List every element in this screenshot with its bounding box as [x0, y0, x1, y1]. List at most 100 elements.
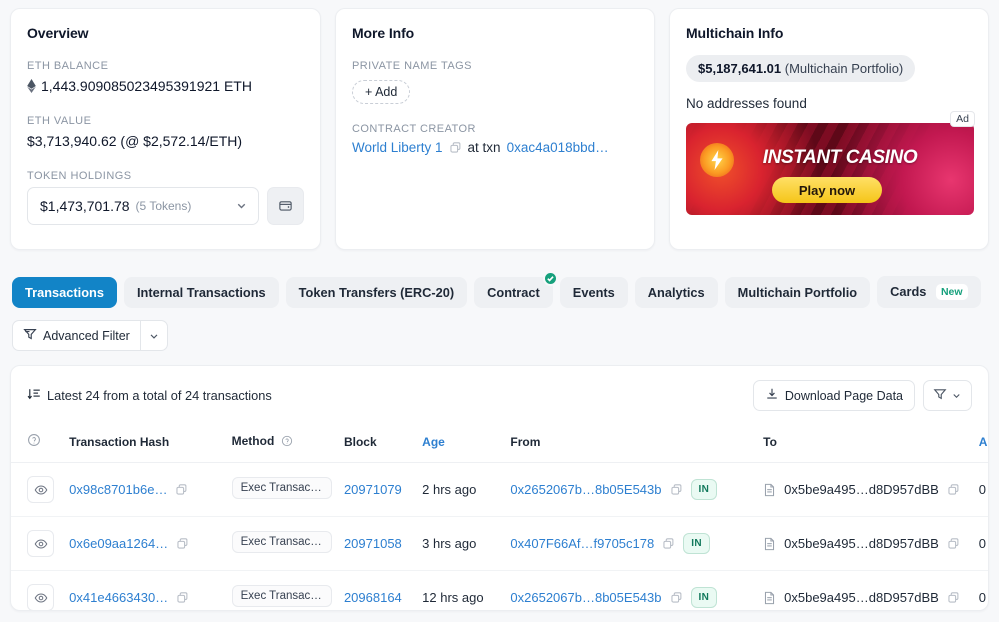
col-age[interactable]: Age: [422, 423, 511, 463]
cell-block: 20968164: [343, 570, 423, 610]
eye-icon: [34, 485, 47, 494]
download-icon: [765, 387, 779, 404]
copy-icon[interactable]: [176, 591, 189, 604]
col-from[interactable]: From: [510, 423, 764, 463]
block-link[interactable]: 20968164: [344, 590, 402, 605]
ad-cta-button[interactable]: Play now: [772, 177, 882, 203]
token-holdings-label: TOKEN HOLDINGS: [27, 169, 132, 182]
tab-analytics[interactable]: Analytics: [634, 276, 718, 308]
tab-label: Token Transfers (ERC-20): [298, 284, 455, 300]
contract-icon: [763, 591, 776, 605]
cell-amount: 0: [978, 516, 988, 571]
preview-eye-button[interactable]: [27, 530, 54, 557]
add-name-tag-button[interactable]: + Add: [352, 80, 411, 104]
col-method[interactable]: Method: [231, 423, 344, 463]
copy-icon[interactable]: [176, 537, 189, 550]
overview-title: Overview: [27, 25, 89, 41]
copy-icon[interactable]: [947, 591, 960, 604]
cell-block: 20971058: [343, 516, 423, 571]
transaction-hash-link[interactable]: 0x41e4663430…: [69, 590, 168, 605]
from-address-link[interactable]: 0x2652067b…8b05E543b: [510, 482, 661, 497]
col-amount[interactable]: A: [978, 423, 988, 463]
tab-token-transfers[interactable]: Token Transfers (ERC-20): [285, 276, 468, 308]
multichain-portfolio-pill[interactable]: $5,187,641.01 (Multichain Portfolio): [686, 55, 916, 82]
transaction-hash-link[interactable]: 0x98c8701b6e…: [69, 482, 167, 497]
table-filter-button[interactable]: [923, 380, 972, 411]
table-row[interactable]: 0x98c8701b6e… Exec Transact… 20971079 2 …: [11, 462, 988, 517]
contract-creator-row: World Liberty 1 at txn 0xac4a018bbd…: [352, 140, 638, 155]
copy-icon[interactable]: [670, 483, 683, 496]
copy-icon[interactable]: [662, 537, 675, 550]
cell-amount: 0: [978, 462, 988, 517]
advanced-filter-label: Advanced Filter: [43, 328, 130, 343]
more-info-title: More Info: [352, 25, 415, 41]
cell-method: Exec Transact…: [231, 516, 344, 571]
method-badge[interactable]: Exec Transact…: [231, 531, 332, 553]
private-name-tags-label: PRIVATE NAME TAGS: [352, 60, 472, 72]
cell-age: 3 hrs ago: [422, 516, 511, 571]
cell-age: 2 hrs ago: [422, 462, 511, 517]
block-link[interactable]: 20971058: [344, 536, 402, 551]
advanced-filter-button[interactable]: Advanced Filter: [12, 320, 140, 351]
to-address[interactable]: 0x5be9a495…d8D957dBB: [784, 482, 939, 497]
method-badge[interactable]: Exec Transact…: [231, 585, 332, 607]
help-icon[interactable]: [281, 435, 293, 450]
token-holdings-select[interactable]: $1,473,701.78 (5 Tokens): [27, 186, 259, 225]
cell-to: 0x5be9a495…d8D957dBB: [763, 462, 979, 517]
tab-label: Cards: [890, 284, 927, 299]
new-badge: New: [935, 284, 968, 300]
col-block[interactable]: Block: [343, 423, 423, 463]
col-to[interactable]: To: [763, 423, 979, 463]
table-summary-text: Latest 24 from a total of 24 transaction…: [47, 388, 272, 403]
copy-icon[interactable]: [670, 591, 683, 604]
to-address[interactable]: 0x5be9a495…d8D957dBB: [784, 590, 939, 605]
col-transaction-hash[interactable]: Transaction Hash: [69, 423, 232, 463]
tab-label: Internal Transactions: [136, 284, 266, 300]
eth-balance-row: 1,443.909085023495391921 ETH: [27, 77, 304, 96]
tab-bar: Transactions Internal Transactions Token…: [10, 270, 989, 308]
cell-eye: [11, 570, 70, 610]
direction-badge: IN: [690, 587, 718, 608]
multichain-portfolio-amount: $5,187,641.01: [698, 61, 782, 76]
help-icon[interactable]: [27, 434, 41, 450]
copy-icon[interactable]: [175, 483, 188, 496]
table-row[interactable]: 0x41e4663430… Exec Transact… 20968164 12…: [11, 570, 988, 610]
table-row[interactable]: 0x6e09aa1264… Exec Transact… 20971058 3 …: [11, 516, 988, 571]
wallet-button[interactable]: [266, 186, 304, 225]
method-badge[interactable]: Exec Transact…: [231, 477, 332, 499]
copy-icon[interactable]: [449, 141, 462, 154]
lightning-bolt-icon: [700, 143, 734, 177]
preview-eye-button[interactable]: [27, 584, 54, 610]
token-holdings-count: (5 Tokens): [135, 198, 192, 213]
tab-internal-transactions[interactable]: Internal Transactions: [123, 276, 279, 308]
tab-cards[interactable]: Cards New: [877, 276, 981, 308]
block-link[interactable]: 20971079: [344, 482, 402, 497]
ethereum-icon: [27, 79, 36, 94]
contract-icon: [763, 537, 776, 551]
cell-from: 0x2652067b…8b05E543b IN: [510, 462, 764, 517]
copy-icon[interactable]: [947, 483, 960, 496]
ad-banner[interactable]: INSTANT CASINO Play now: [686, 123, 974, 215]
overview-card: Overview ETH BALANCE 1,443.9090850234953…: [10, 8, 321, 250]
advanced-filter-caret[interactable]: [139, 320, 168, 351]
from-address-link[interactable]: 0x407F66Af…f9705c178: [510, 536, 654, 551]
eth-value-value: $3,713,940.62 (@ $2,572.14/ETH): [27, 132, 243, 149]
tab-transactions[interactable]: Transactions: [12, 276, 117, 308]
tab-contract[interactable]: Contract: [474, 270, 558, 308]
direction-badge: IN: [683, 533, 710, 554]
tab-events[interactable]: Events: [559, 276, 628, 308]
cell-method: Exec Transact…: [231, 462, 344, 517]
preview-eye-button[interactable]: [27, 476, 54, 503]
copy-icon[interactable]: [947, 537, 960, 550]
creator-txn-link[interactable]: 0xac4a018bbd…: [507, 140, 609, 155]
to-address[interactable]: 0x5be9a495…d8D957dBB: [784, 536, 939, 551]
download-page-data-button[interactable]: Download Page Data: [752, 380, 915, 411]
from-address-link[interactable]: 0x2652067b…8b05E543b: [510, 590, 661, 605]
tab-multichain-portfolio[interactable]: Multichain Portfolio: [724, 276, 871, 308]
cell-amount: 0: [978, 570, 988, 610]
chevron-down-icon: [150, 333, 158, 339]
contract-creator-link[interactable]: World Liberty 1: [352, 140, 443, 155]
transaction-hash-link[interactable]: 0x6e09aa1264…: [69, 536, 168, 551]
table-toolbar: Latest 24 from a total of 24 transaction…: [11, 366, 988, 423]
no-addresses-text: No addresses found: [686, 96, 807, 111]
